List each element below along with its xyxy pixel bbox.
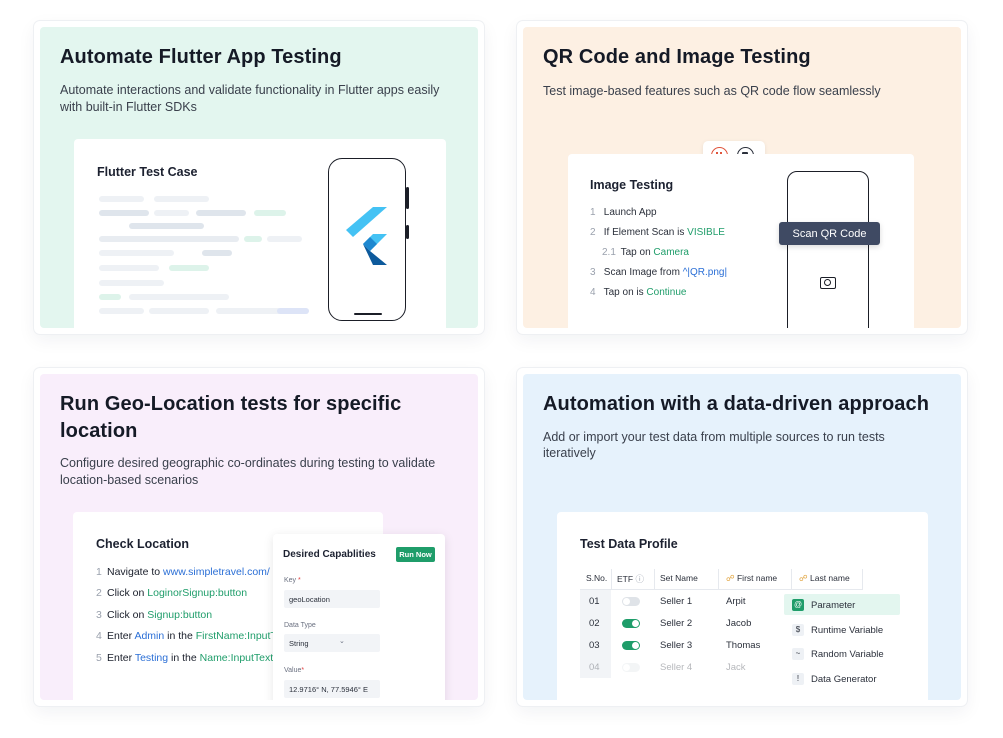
geo-card-title-1: Run Geo-Location tests for specific xyxy=(60,393,402,415)
run-now-button[interactable]: Run Now xyxy=(396,547,435,562)
step-row: 5 Enter Testing in the Name:InputText xyxy=(96,652,274,664)
table-header: S.No. ETF ⓘ Set Name ☍ First name ☍ Last… xyxy=(580,566,863,590)
value-input[interactable]: 12.9716° N, 77.5946° E xyxy=(284,680,380,698)
data-type-label: Data Type xyxy=(284,622,316,629)
capabilities-title: Desired Capablities xyxy=(283,549,376,560)
value-label: Value* xyxy=(284,667,305,674)
step-row: 2 If Element Scan is VISIBLE xyxy=(590,227,725,238)
desired-capabilities-panel: Desired Capablities Run Now Key * geoLoc… xyxy=(273,534,445,700)
scan-qr-code-button[interactable]: Scan QR Code xyxy=(779,222,880,245)
image-testing-title: Image Testing xyxy=(590,178,674,192)
geo-card-desc-2: location-based scenarios xyxy=(60,473,199,487)
phone-mockup xyxy=(787,171,869,328)
phone-mockup xyxy=(328,158,409,321)
test-data-profile-panel: Test Data Profile S.No. ETF ⓘ Set Name ☍… xyxy=(557,512,928,700)
lock-icon: ☍ xyxy=(799,573,808,583)
column-header: ETF ⓘ xyxy=(617,574,644,584)
chevron-down-icon: ⌄ xyxy=(339,638,345,645)
flutter-card-desc-2: with built-in Flutter SDKs xyxy=(60,100,197,114)
data-type-select[interactable]: String ⌄ xyxy=(284,634,380,652)
data-driven-card: Automation with a data-driven approach A… xyxy=(517,368,967,706)
test-data-profile-title: Test Data Profile xyxy=(580,537,678,551)
data-card-desc-2: iteratively xyxy=(543,446,596,460)
column-header: ☍ Last name xyxy=(799,573,850,583)
step-row: 3 Scan Image from ^|QR.png| xyxy=(590,267,728,278)
column-header: S.No. xyxy=(586,573,608,583)
toggle-switch[interactable] xyxy=(622,663,640,672)
menu-item-runtime-variable[interactable]: $ Runtime Variable xyxy=(784,619,900,640)
qr-card-desc: Test image-based features such as QR cod… xyxy=(543,84,881,98)
step-row: 2 Click on LoginorSignup:button xyxy=(96,587,248,599)
step-row: 1 Navigate to www.simpletravel.com/ xyxy=(96,566,270,578)
geo-location-card: Run Geo-Location tests for specific loca… xyxy=(34,368,484,706)
step-row: 4Enter Admin in the FirstName:InputText xyxy=(96,630,276,642)
check-location-title: Check Location xyxy=(96,537,190,551)
flutter-testing-card: Automate Flutter App Testing Automate in… xyxy=(34,21,484,334)
menu-item-parameter[interactable]: @ Parameter xyxy=(784,594,900,615)
flutter-card-title: Automate Flutter App Testing xyxy=(60,46,342,68)
geo-test-steps: 1 Navigate to www.simpletravel.com/ 2 Clic… xyxy=(96,566,276,676)
info-icon: ⓘ xyxy=(635,574,644,584)
generator-icon: ! xyxy=(792,673,804,685)
geo-card-title-2: location xyxy=(60,420,138,442)
flutter-panel-title: Flutter Test Case xyxy=(97,165,198,179)
step-row: 3 Click on Signup:button xyxy=(96,609,213,621)
toggle-switch[interactable] xyxy=(622,597,640,606)
column-header: Set Name xyxy=(660,573,698,583)
qr-card-title: QR Code and Image Testing xyxy=(543,46,811,68)
random-icon: ~ xyxy=(792,648,804,660)
data-source-menu: @ Parameter $ Runtime Variable ~ Random … xyxy=(784,594,900,699)
toggle-switch[interactable] xyxy=(622,641,640,650)
qr-image-testing-card: QR Code and Image Testing Test image-bas… xyxy=(517,21,967,334)
step-row: 1 Launch App xyxy=(590,207,657,218)
column-header: ☍ First name xyxy=(726,573,778,583)
geo-card-desc-1: Configure desired geographic co-ordinate… xyxy=(60,456,436,470)
step-row: 4 Tap on is Continue xyxy=(590,287,687,298)
data-card-title: Automation with a data-driven approach xyxy=(543,393,930,415)
at-icon: @ xyxy=(792,599,804,611)
menu-item-data-generator[interactable]: ! Data Generator xyxy=(784,668,900,689)
flutter-test-case-panel: Flutter Test Case xyxy=(74,139,446,328)
lock-icon: ☍ xyxy=(726,573,735,583)
data-card-desc-1: Add or import your test data from multip… xyxy=(543,430,885,444)
step-row: 2.1 Tap on Camera xyxy=(602,247,689,258)
flutter-card-desc-1: Automate interactions and validate funct… xyxy=(60,83,440,97)
toggle-switch[interactable] xyxy=(622,619,640,628)
menu-item-random-variable[interactable]: ~ Random Variable xyxy=(784,643,900,664)
dollar-icon: $ xyxy=(792,624,804,636)
flutter-logo-icon xyxy=(343,207,393,267)
camera-icon[interactable] xyxy=(820,277,836,289)
key-label: Key * xyxy=(284,577,301,584)
key-input[interactable]: geoLocation xyxy=(284,590,380,608)
